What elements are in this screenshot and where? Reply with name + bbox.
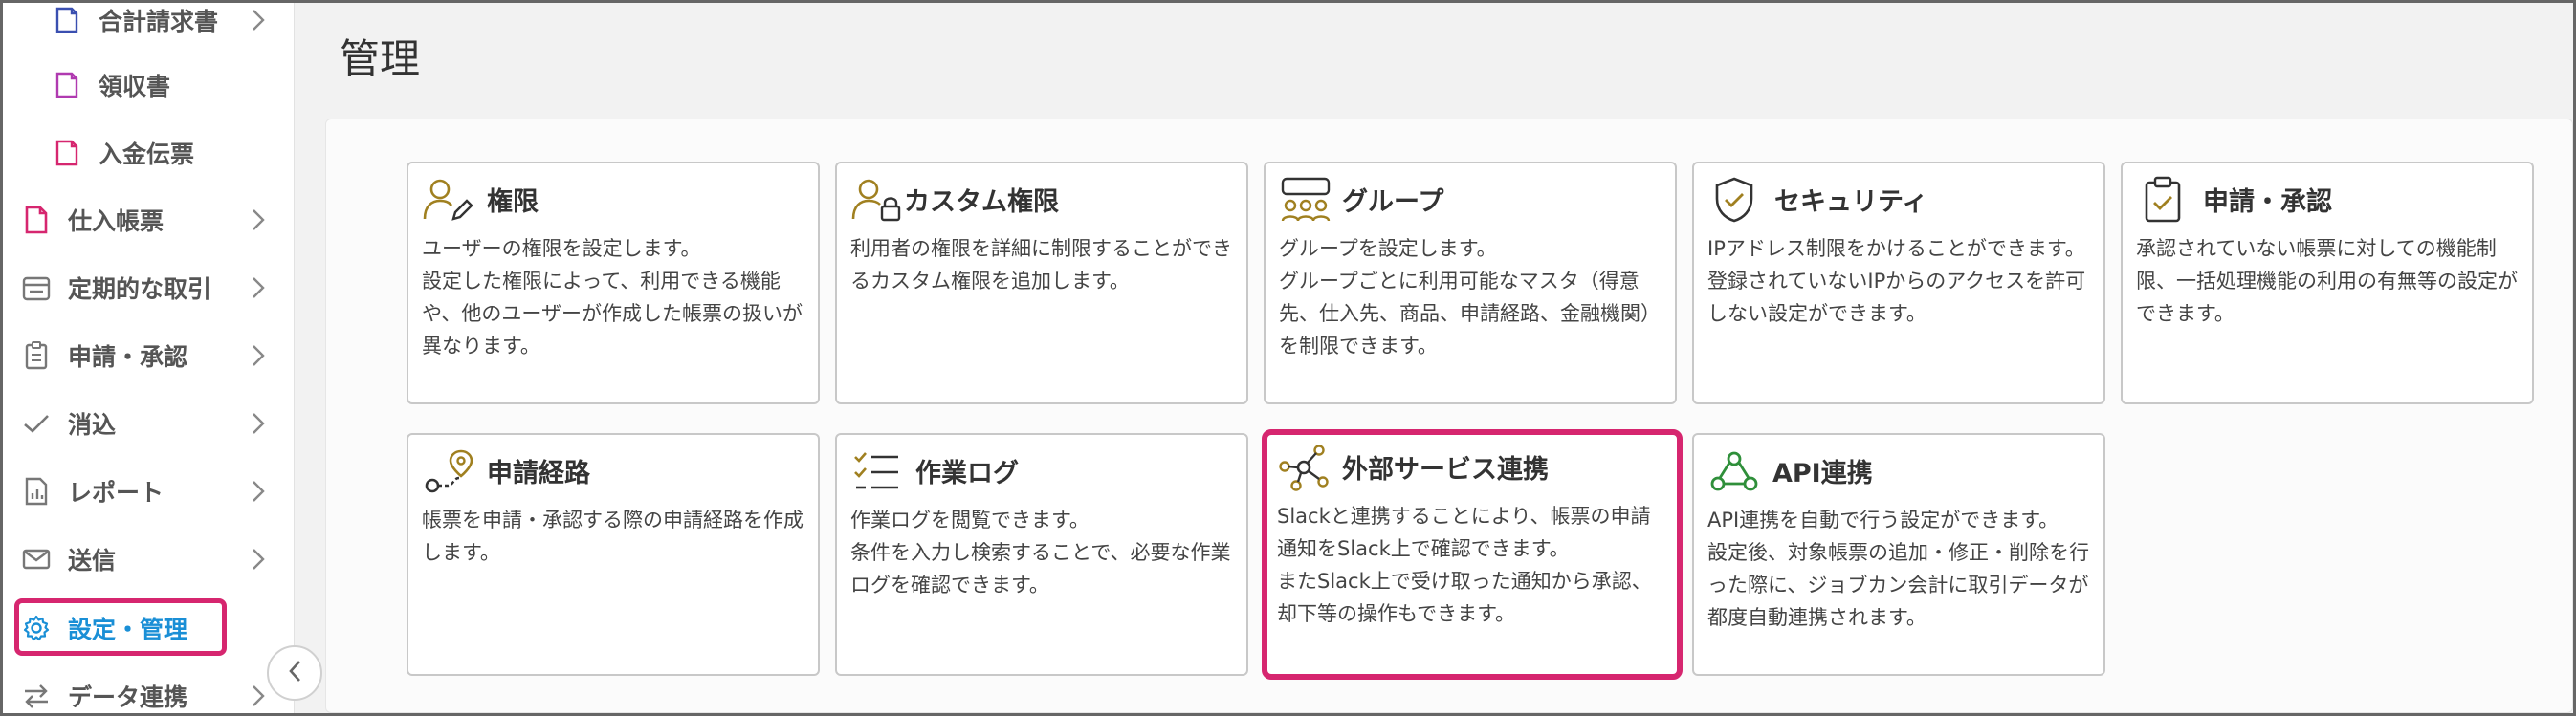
card-external-service[interactable]: 外部サービス連携 Slackと連携することにより、帳票の申請通知をSlack上で… [1262,429,1683,680]
card-description: IPアドレス制限をかけることができます。 登録されていないIPからのアクセスを許… [1707,237,2086,325]
sidebar-collapse-button[interactable] [267,645,322,701]
sidebar-item-deposit-slip[interactable]: 入金伝票 [3,124,295,182]
report-icon [22,477,51,506]
card-description: API連携を自動で行う設定ができます。 設定後、対象帳票の追加・修正・削除を行っ… [1707,509,2089,629]
card-permission[interactable]: 権限 ユーザーの権限を設定します。 設定した権限によって、利用できる機能や、他の… [407,162,820,404]
card-description: ユーザーの権限を設定します。 設定した権限によって、利用できる機能や、他のユーザ… [422,237,803,358]
chevron-right-icon [247,9,270,32]
checklist-icon [850,446,904,496]
sidebar-item-reconcile[interactable]: 消込 [3,395,295,452]
sidebar-item-approval[interactable]: 申請・承認 [3,327,295,384]
chevron-left-icon [287,659,302,687]
card-title: グループ [1342,187,1444,217]
card-approval-route[interactable]: 申請経路 帳票を申請・承認する際の申請経路を作成します。 [407,433,820,676]
sidebar-item-report[interactable]: レポート [3,463,295,520]
settings-panel: 権限 ユーザーの権限を設定します。 設定した権限によって、利用できる機能や、他の… [325,119,2573,713]
sidebar-item-data-link[interactable]: データ連携 [3,667,295,716]
card-approval[interactable]: 申請・承認 承認されていない帳票に対しての機能制限、一括処理機能の利用の有無等の… [2121,162,2534,404]
sidebar-item-label: 消込 [68,411,117,439]
chevron-right-icon [247,684,270,707]
document-icon [53,6,81,34]
user-lock-icon [850,175,904,225]
card-api-link[interactable]: API連携 API連携を自動で行う設定ができます。 設定後、対象帳票の追加・修正… [1692,433,2105,676]
clipboard-check-icon [2136,175,2190,225]
card-work-log[interactable]: 作業ログ 作業ログを閲覧できます。 条件を入力し検索することで、必要な作業ログを… [835,433,1248,676]
sidebar-item-label: 領収書 [99,73,171,100]
card-title: 申請経路 [487,459,590,488]
card-title: 外部サービス連携 [1342,455,1549,485]
card-title: 権限 [487,187,539,217]
calendar-icon [22,273,51,302]
sidebar-item-label: 入金伝票 [99,141,195,168]
chevron-right-icon [247,276,270,299]
sidebar-item-label: レポート [68,479,165,507]
clipboard-icon [22,341,51,370]
document-icon [53,71,81,99]
webhook-icon [1707,446,1761,496]
card-title: 申請・承認 [2203,187,2332,217]
card-title: API連携 [1772,459,1873,488]
chevron-right-icon [247,344,270,367]
sidebar-item-send[interactable]: 送信 [3,531,295,588]
document-icon [53,139,81,167]
swap-icon [22,682,51,710]
sidebar: 合計請求書 領収書 入金伝票 仕入帳票 定期的な取引 申請・承認 消込 レポート… [3,3,295,713]
card-security[interactable]: セキュリティ IPアドレス制限をかけることができます。 登録されていないIPから… [1692,162,2105,404]
sidebar-item-label: データ連携 [68,683,188,711]
page-title: 管理 [340,35,421,82]
chevron-right-icon [247,480,270,503]
chevron-right-icon [247,208,270,231]
card-title: 作業ログ [915,459,1019,488]
chevron-right-icon [247,548,270,571]
sidebar-item-label: 申請・承認 [68,343,188,371]
card-description: グループを設定します。 グループごとに利用可能なマスタ（得意先、仕入先、商品、申… [1279,237,1661,358]
card-description: 承認されていない帳票に対しての機能制限、一括処理機能の利用の有無等の設定ができま… [2136,237,2518,325]
card-description: Slackと連携することにより、帳票の申請通知をSlack上で確認できます。 ま… [1277,505,1652,625]
sidebar-item-recurring[interactable]: 定期的な取引 [3,259,295,316]
shield-check-icon [1707,175,1761,225]
card-description: 作業ログを閲覧できます。 条件を入力し検索することで、必要な作業ログを確認できま… [850,509,1231,597]
card-custom-permission[interactable]: カスタム権限 利用者の権限を詳細に制限することができるカスタム権限を追加します。 [835,162,1248,404]
file-icon [22,206,51,234]
chevron-right-icon [247,412,270,435]
card-title: カスタム権限 [904,187,1059,217]
sidebar-item-label: 定期的な取引 [68,275,212,303]
mail-icon [22,545,51,574]
card-group[interactable]: グループ グループを設定します。 グループごとに利用可能なマスタ（得意先、仕入先… [1264,162,1677,404]
user-edit-icon [422,175,475,225]
sidebar-item-receipt[interactable]: 領収書 [3,56,295,114]
sidebar-item-label: 仕入帳票 [68,207,165,235]
route-icon [422,446,475,496]
sidebar-item-label: 送信 [68,547,117,575]
sidebar-item-label: 合計請求書 [99,8,219,35]
card-description: 利用者の権限を詳細に制限することができるカスタム権限を追加します。 [850,237,1232,293]
group-icon [1279,175,1332,225]
check-icon [22,409,51,438]
active-highlight [14,598,227,656]
network-icon [1277,443,1331,492]
sidebar-item-purchase[interactable]: 仕入帳票 [3,191,295,249]
card-description: 帳票を申請・承認する際の申請経路を作成します。 [422,509,804,564]
sidebar-item-total-invoice[interactable]: 合計請求書 [3,0,295,49]
card-title: セキュリティ [1774,187,1928,217]
